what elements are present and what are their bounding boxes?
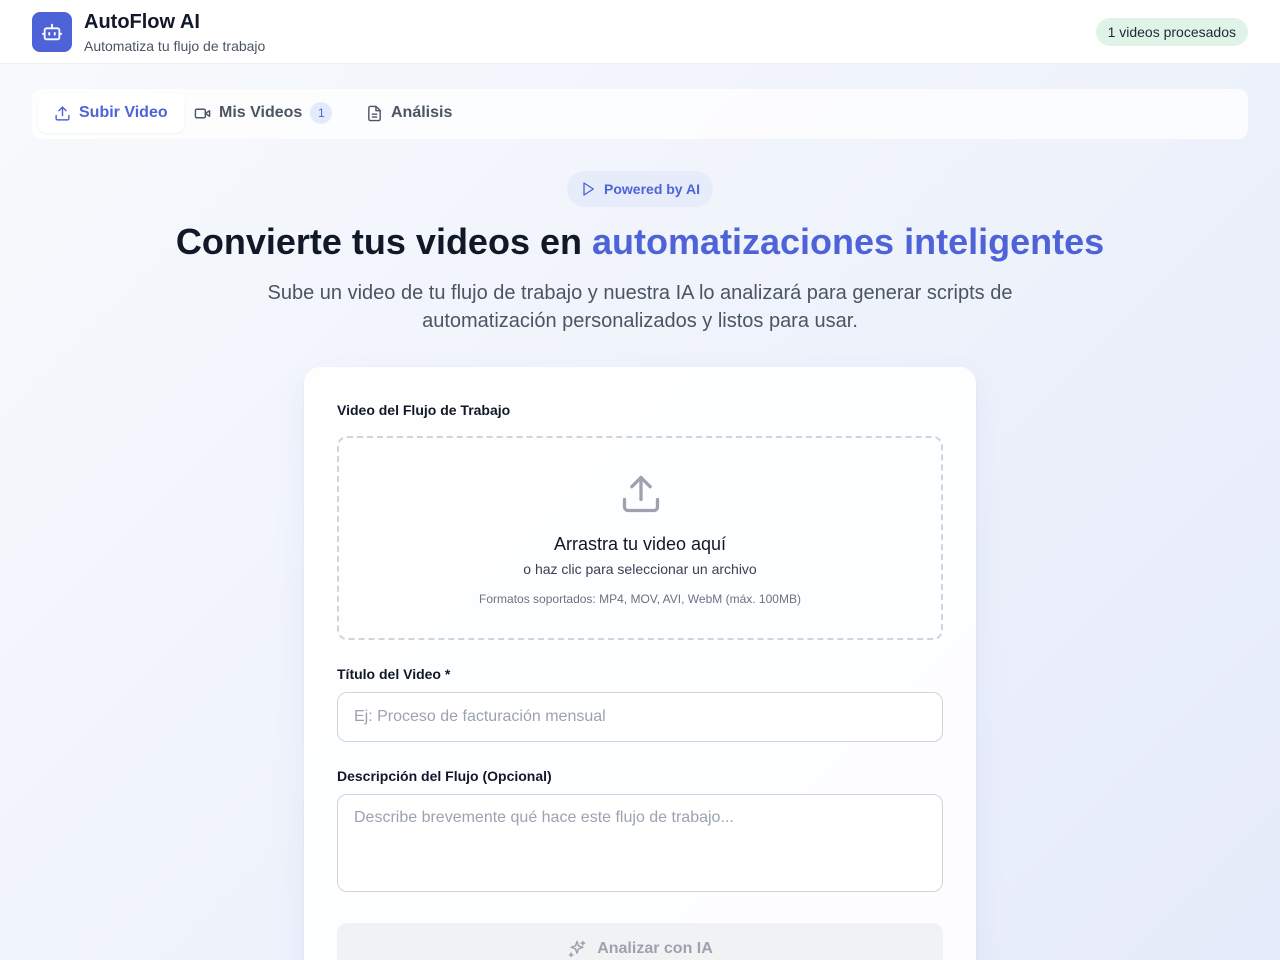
tab-label: Análisis bbox=[391, 104, 453, 121]
tab-subir-video[interactable]: Subir Video bbox=[38, 93, 184, 133]
document-icon bbox=[368, 105, 381, 121]
play-icon bbox=[583, 182, 595, 196]
analyze-button[interactable]: Analizar con IA bbox=[337, 923, 943, 960]
powered-by-badge: Powered by AI bbox=[567, 171, 713, 207]
tab-count-badge: 1 bbox=[310, 102, 333, 124]
upload-cloud-icon bbox=[622, 475, 660, 513]
processed-count-badge: 1 videos procesados bbox=[1095, 18, 1248, 46]
tab-label: Mis Videos bbox=[219, 104, 303, 121]
app-title: AutoFlow AI bbox=[84, 11, 200, 33]
video-field-label: Video del Flujo de Trabajo bbox=[337, 402, 511, 418]
upload-form-card: Video del Flujo de Trabajo Arrastra tu v… bbox=[304, 367, 976, 960]
upload-icon bbox=[55, 105, 70, 121]
powered-by-label: Powered by AI bbox=[604, 181, 700, 197]
video-dropzone[interactable]: Arrastra tu video aquí o haz clic para s… bbox=[337, 436, 943, 640]
title-field-label: Título del Video * bbox=[337, 666, 451, 682]
hero-title-plain: Convierte tus videos en bbox=[175, 221, 582, 262]
dropzone-formats: Formatos soportados: MP4, MOV, AVI, WebM… bbox=[479, 592, 801, 606]
tab-mis-videos[interactable]: Mis Videos 1 bbox=[178, 93, 348, 133]
tab-bar: Subir Video Mis Videos 1 Análisis bbox=[32, 89, 1248, 139]
description-textarea[interactable] bbox=[337, 794, 943, 892]
app-header: AutoFlow AI Automatiza tu flujo de traba… bbox=[0, 0, 1280, 64]
video-title-input[interactable] bbox=[337, 692, 943, 742]
tab-label: Subir Video bbox=[79, 104, 168, 121]
dropzone-title: Arrastra tu video aquí bbox=[553, 534, 727, 554]
video-camera-icon bbox=[194, 108, 211, 118]
robot-logo-icon bbox=[32, 12, 72, 52]
dropzone-subtitle: o haz clic para seleccionar un archivo bbox=[523, 561, 757, 577]
app-tagline: Automatiza tu flujo de trabajo bbox=[84, 38, 266, 54]
analyze-button-label: Analizar con IA bbox=[597, 940, 713, 957]
tab-analisis[interactable]: Análisis bbox=[350, 93, 468, 133]
hero-subtitle: Sube un video de tu flujo de trabajo y n… bbox=[267, 282, 1013, 332]
hero-title-accent: automatizaciones inteligentes bbox=[592, 221, 1105, 262]
hero-title: Convierte tus videos en automatizaciones… bbox=[0, 220, 1280, 264]
description-field-label: Descripción del Flujo (Opcional) bbox=[337, 768, 552, 784]
sparkles-icon bbox=[568, 940, 586, 958]
